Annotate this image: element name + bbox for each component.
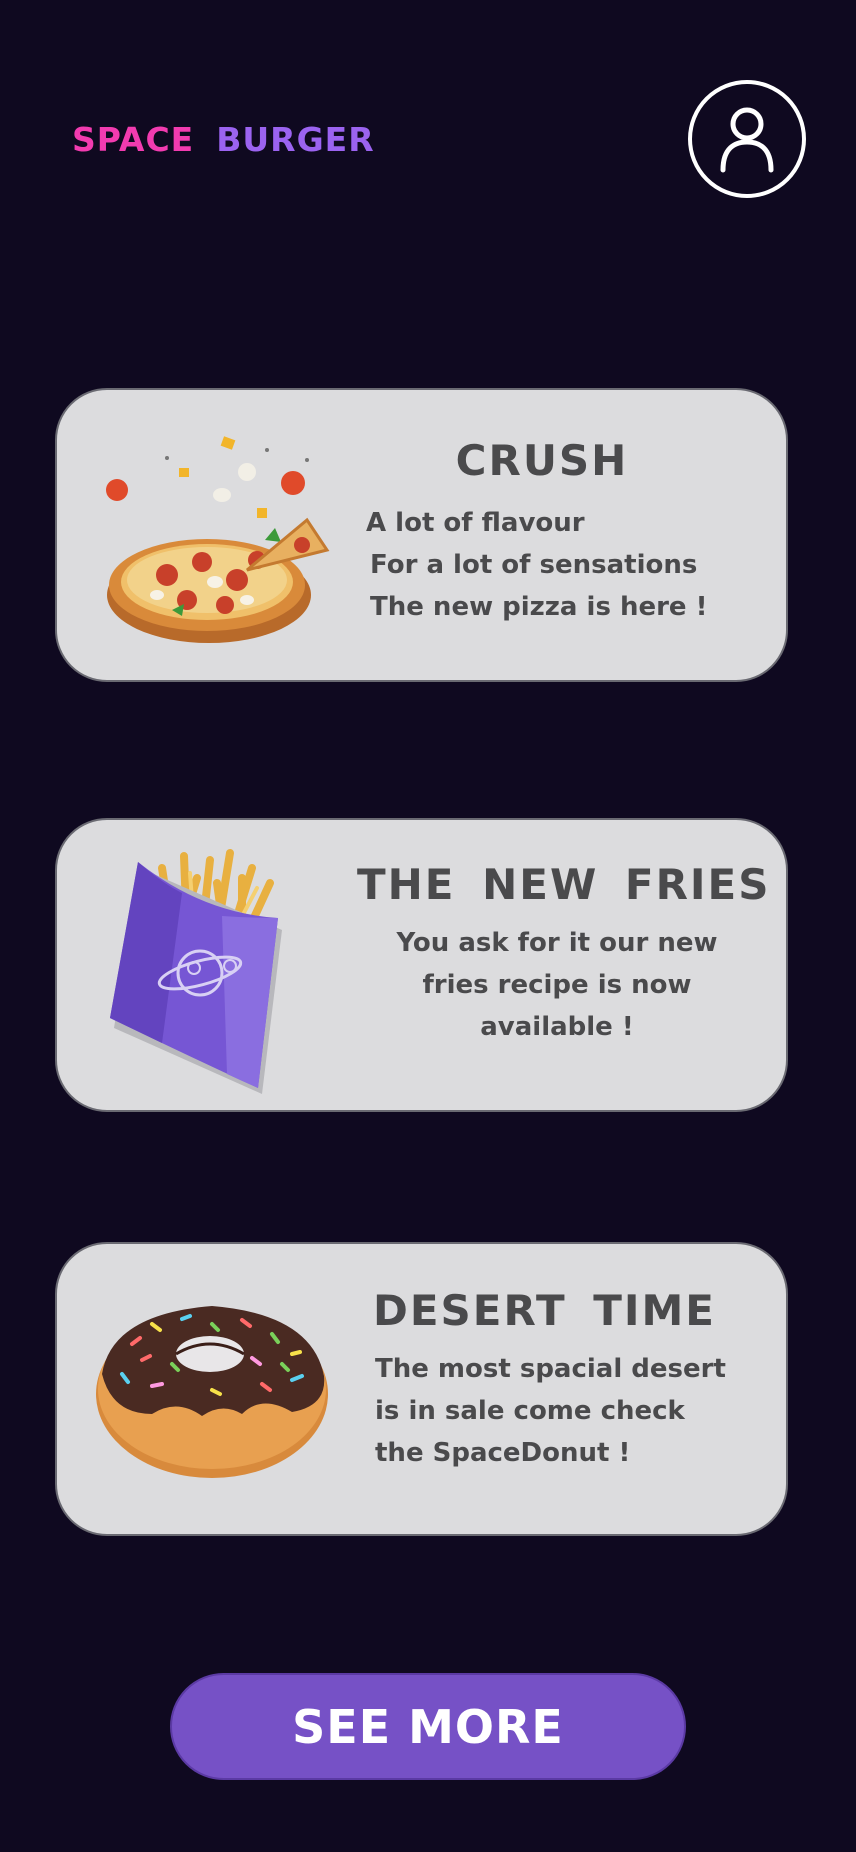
promo-card-fries[interactable]: THE NEW FRIES You ask for it our new fri…: [55, 818, 788, 1112]
card-description-line: fries recipe is now: [422, 970, 692, 1000]
user-profile-icon: [720, 107, 774, 173]
card-description-line: The new pizza is here !: [370, 592, 708, 622]
card-title: CRUSH: [455, 436, 629, 485]
card-description: The most spacial desert is in sale come …: [375, 1348, 775, 1474]
profile-button[interactable]: [688, 80, 806, 198]
card-description-line: is in sale come check: [375, 1396, 685, 1426]
card-description-line: The most spacial desert: [375, 1354, 726, 1384]
promo-card-pizza[interactable]: CRUSH A lot of flavour For a lot of sens…: [55, 388, 788, 682]
card-description: You ask for it our new fries recipe is n…: [357, 922, 757, 1048]
fries-image: [110, 849, 282, 1094]
card-description-line: For a lot of sensations: [370, 550, 698, 580]
card-description: A lot of flavour For a lot of sensations…: [332, 502, 752, 628]
brand-logo[interactable]: SPACE BURGER: [72, 120, 375, 159]
card-description-line: available !: [480, 1012, 634, 1042]
see-more-button[interactable]: SEE MORE: [170, 1673, 686, 1780]
pizza-image: [106, 436, 330, 643]
donut-image: [96, 1306, 328, 1478]
brand-word-space: SPACE: [72, 120, 195, 159]
card-title: THE NEW FRIES: [357, 860, 771, 909]
card-description-line: A lot of flavour: [366, 508, 585, 538]
promo-card-donut[interactable]: DESERT TIME The most spacial desert is i…: [55, 1242, 788, 1536]
brand-word-burger: BURGER: [216, 120, 375, 159]
card-title: DESERT TIME: [373, 1286, 716, 1335]
card-description-line: the SpaceDonut !: [375, 1438, 631, 1468]
app-header: SPACE BURGER: [0, 0, 856, 280]
card-description-line: You ask for it our new: [396, 928, 718, 958]
